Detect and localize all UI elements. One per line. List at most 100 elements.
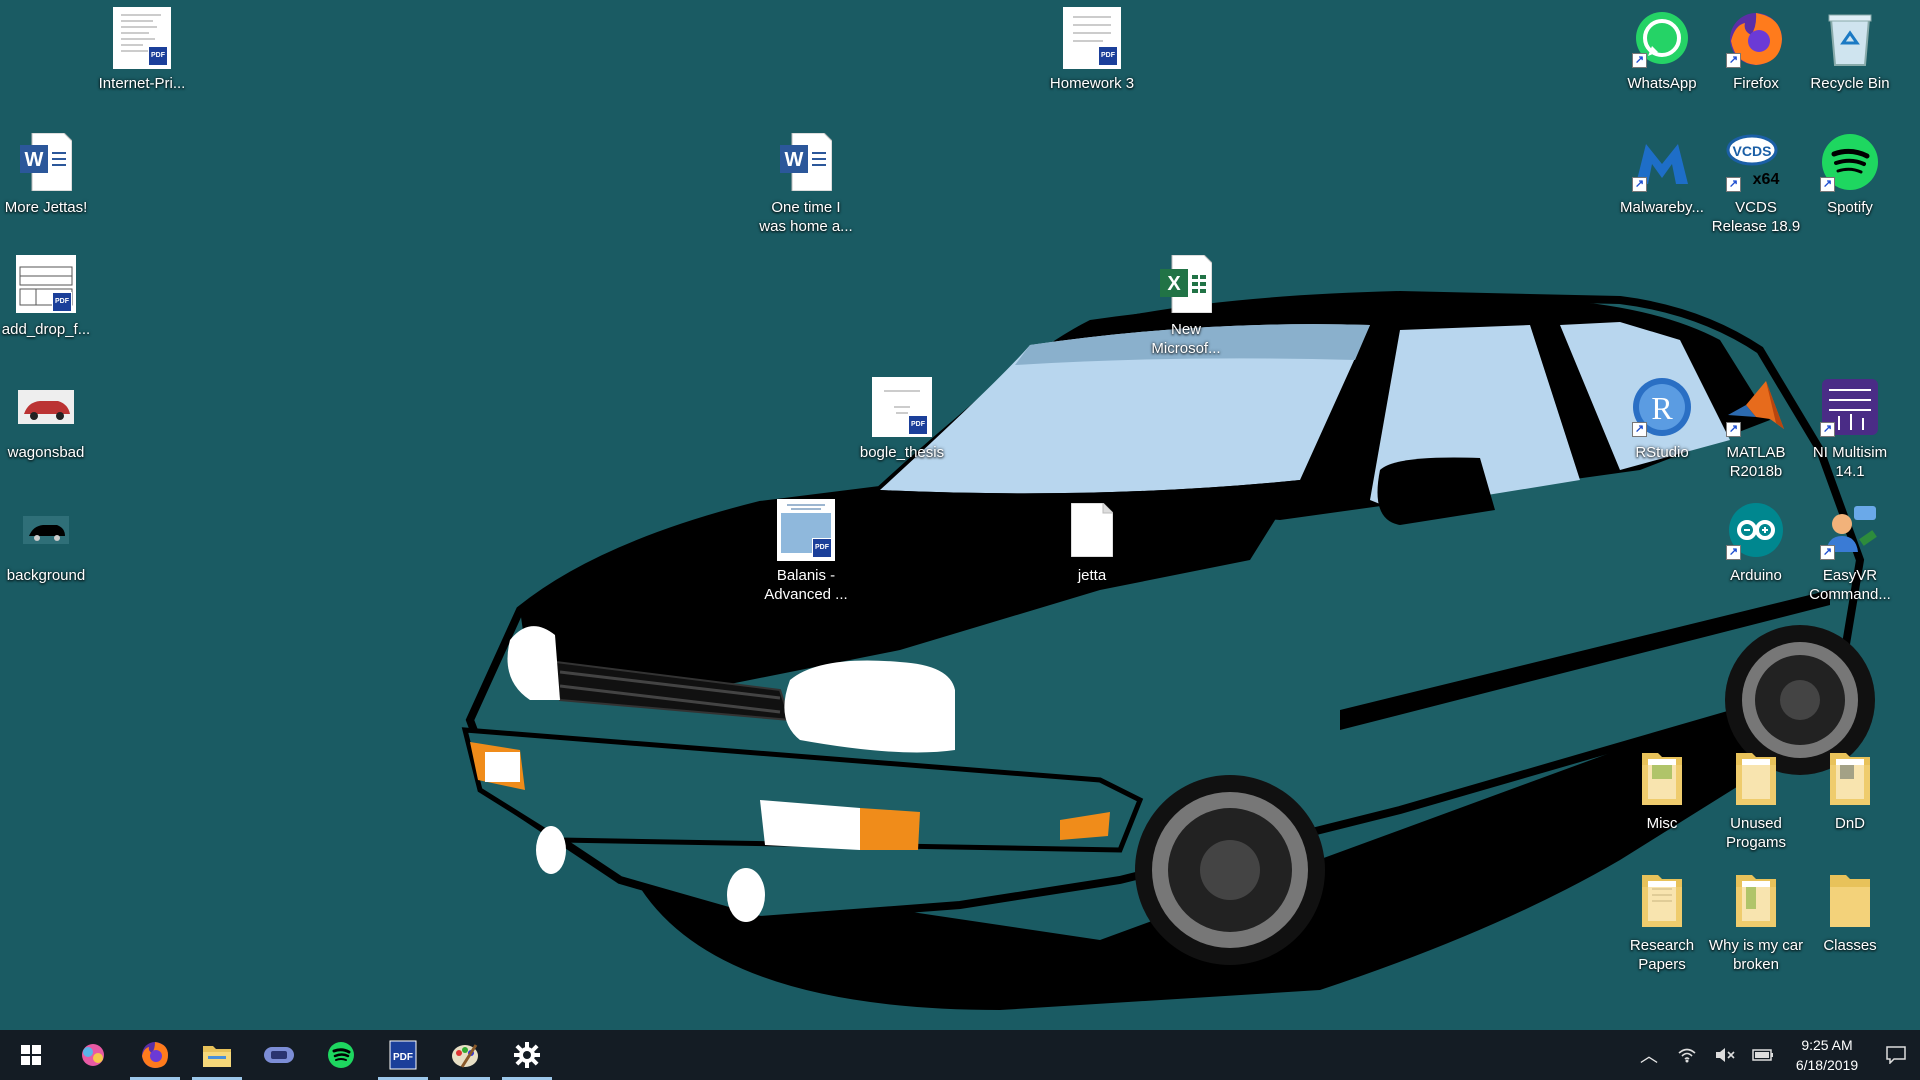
pdf-file-icon: PDF	[1060, 6, 1124, 70]
volume-muted-icon[interactable]	[1706, 1030, 1744, 1080]
icon-label: Why is my car broken	[1708, 937, 1804, 973]
desktop-icon-balanis[interactable]: PDF Balanis - Advanced ...	[758, 498, 854, 604]
taskbar: PDF ︿ 9:25 AM 6/18/2019	[0, 1030, 1920, 1080]
icon-label: background	[6, 567, 86, 584]
taskbar-file-explorer[interactable]	[186, 1030, 248, 1080]
icon-label: New Microsof...	[1151, 321, 1221, 357]
paint-3d-icon	[82, 1044, 104, 1066]
shortcut-arrow-icon: ↗	[1820, 177, 1835, 192]
recycle-bin-icon	[1818, 6, 1882, 70]
desktop-icon-rstudio[interactable]: R ↗ RStudio	[1614, 375, 1710, 462]
icon-label: jetta	[1077, 567, 1107, 584]
image-file-icon	[14, 498, 78, 562]
desktop-icon-matlab[interactable]: ↗ MATLAB R2018b	[1708, 375, 1804, 481]
folder-research-papers[interactable]: Research Papers	[1614, 868, 1710, 974]
whatsapp-icon: ↗	[1630, 6, 1694, 70]
wifi-icon[interactable]	[1668, 1030, 1706, 1080]
firefox-icon	[142, 1042, 168, 1068]
icon-label: Balanis - Advanced ...	[764, 567, 848, 603]
icon-label: NI Multisim 14.1	[1812, 444, 1888, 480]
pdf-app-icon: PDF	[389, 1040, 417, 1070]
gamepad-app-icon	[264, 1047, 294, 1063]
taskbar-paint[interactable]	[434, 1030, 496, 1080]
icon-label: One time Iwas home a...	[759, 199, 853, 235]
desktop-icon-recycle-bin[interactable]: Recycle Bin	[1802, 6, 1898, 93]
icon-label: add_drop_f...	[1, 321, 91, 338]
excel-spreadsheet-icon: X	[1154, 252, 1218, 316]
desktop-icon-add-drop[interactable]: PDF add_drop_f...	[0, 252, 94, 339]
malwarebytes-icon: ↗	[1630, 130, 1694, 194]
desktop-icon-one-time[interactable]: W One time Iwas home a...	[758, 130, 854, 236]
clock-time: 9:25 AM	[1801, 1037, 1853, 1053]
desktop-icon-multisim[interactable]: ↗ NI Multisim 14.1	[1802, 375, 1898, 481]
desktop-icon-bogle-thesis[interactable]: PDF bogle_thesis	[854, 375, 950, 462]
vcds-icon: VCDS x64 ↗	[1724, 130, 1788, 194]
folder-classes[interactable]: Classes	[1802, 868, 1898, 955]
shortcut-arrow-icon: ↗	[1820, 422, 1835, 437]
pdf-file-icon: PDF	[110, 6, 174, 70]
icon-label: More Jettas!	[4, 199, 88, 216]
icon-label: Malwareby...	[1620, 199, 1704, 216]
desktop-icon-wagonsbad[interactable]: wagonsbad	[0, 375, 94, 462]
taskbar-paint3d[interactable]	[62, 1030, 124, 1080]
paint-icon	[452, 1044, 478, 1068]
show-hidden-icons-chevron-icon[interactable]: ︿	[1630, 1030, 1668, 1080]
pdf-file-icon: PDF	[870, 375, 934, 439]
word-document-icon: W	[774, 130, 838, 194]
desktop-icon-firefox[interactable]: ↗ Firefox	[1708, 6, 1804, 93]
folder-icon	[1724, 746, 1788, 810]
matlab-icon: ↗	[1724, 375, 1788, 439]
desktop-icon-new-microsoft[interactable]: X New Microsof...	[1138, 252, 1234, 358]
shortcut-arrow-icon: ↗	[1632, 53, 1647, 68]
icon-label: Research Papers	[1629, 937, 1695, 973]
icon-label: bogle_thesis	[859, 444, 945, 461]
taskbar-spotify[interactable]	[310, 1030, 372, 1080]
icon-label: RStudio	[1635, 444, 1689, 461]
clock[interactable]: 9:25 AM 6/18/2019	[1782, 1035, 1872, 1075]
desktop-icon-arduino[interactable]: ↗ Arduino	[1708, 498, 1804, 585]
folder-dnd[interactable]: DnD	[1802, 746, 1898, 833]
desktop-icon-background[interactable]: background	[0, 498, 94, 585]
desktop-icon-vcds[interactable]: VCDS x64 ↗ VCDS Release 18.9	[1708, 130, 1804, 236]
spotify-icon: ↗	[1818, 130, 1882, 194]
battery-icon[interactable]	[1744, 1030, 1782, 1080]
shortcut-arrow-icon: ↗	[1726, 177, 1741, 192]
icon-label: Spotify	[1827, 199, 1873, 216]
folder-icon	[1818, 746, 1882, 810]
desktop-icon-spotify[interactable]: ↗ Spotify	[1802, 130, 1898, 217]
image-file-icon	[14, 375, 78, 439]
taskbar-settings[interactable]	[496, 1030, 558, 1080]
shortcut-arrow-icon: ↗	[1726, 422, 1741, 437]
pdf-file-icon: PDF	[14, 252, 78, 316]
desktop[interactable]: PDF Internet-Pri... W More Jettas! PDF a…	[0, 0, 1920, 1030]
folder-why-is-my-car-broken[interactable]: Why is my car broken	[1708, 868, 1804, 974]
desktop-icon-more-jettas[interactable]: W More Jettas!	[0, 130, 94, 217]
taskbar-gamepad-app[interactable]	[248, 1030, 310, 1080]
windows-logo-icon	[21, 1045, 41, 1065]
svg-text:x64: x64	[1753, 171, 1780, 188]
icon-label: VCDS Release 18.9	[1711, 199, 1801, 235]
shortcut-arrow-icon: ↗	[1726, 53, 1741, 68]
folder-icon	[1630, 868, 1694, 932]
taskbar-firefox[interactable]	[124, 1030, 186, 1080]
folder-icon	[1630, 746, 1694, 810]
multisim-icon: ↗	[1818, 375, 1882, 439]
folder-unused-progams[interactable]: Unused Progams	[1708, 746, 1804, 852]
desktop-icon-homework3[interactable]: PDF Homework 3	[1044, 6, 1140, 93]
system-tray: ︿ 9:25 AM 6/18/2019	[1630, 1030, 1920, 1080]
icon-label: Firefox	[1733, 75, 1779, 92]
desktop-icon-easyvr[interactable]: ↗ EasyVR Command...	[1802, 498, 1898, 604]
icon-label: Misc	[1646, 815, 1678, 832]
file-explorer-icon	[203, 1046, 231, 1067]
svg-text:W: W	[785, 149, 804, 171]
desktop-icon-malwarebytes[interactable]: ↗ Malwareby...	[1614, 130, 1710, 217]
word-document-icon: W	[14, 130, 78, 194]
action-center-notifications-icon[interactable]	[1872, 1030, 1920, 1080]
desktop-icon-whatsapp[interactable]: ↗ WhatsApp	[1614, 6, 1710, 93]
desktop-icon-internet-pri[interactable]: PDF Internet-Pri...	[94, 6, 190, 93]
icon-label: WhatsApp	[1627, 75, 1697, 92]
taskbar-pdf-app[interactable]: PDF	[372, 1030, 434, 1080]
folder-misc[interactable]: Misc	[1614, 746, 1710, 833]
desktop-icon-jetta[interactable]: jetta	[1044, 498, 1140, 585]
start-button[interactable]	[0, 1030, 62, 1080]
